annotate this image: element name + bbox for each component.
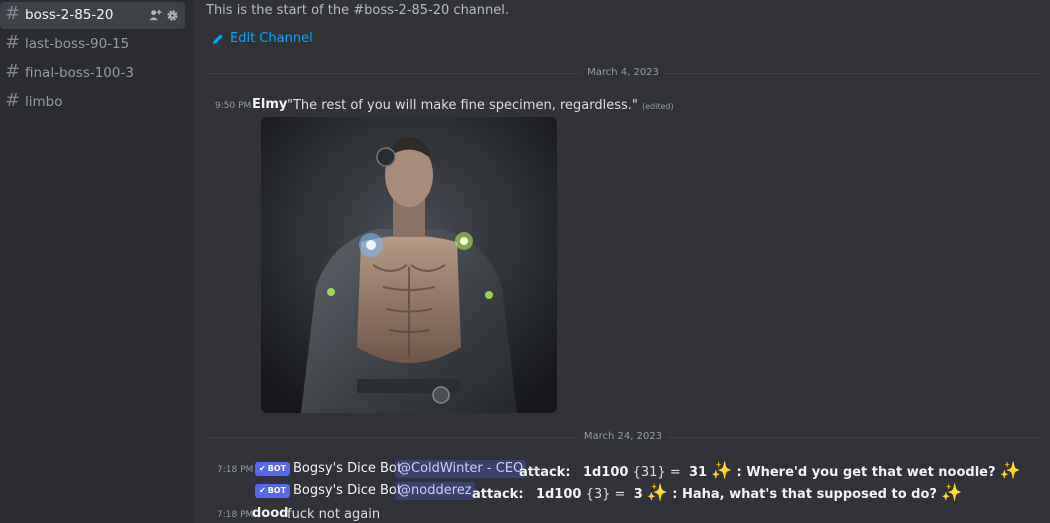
- checkmark-icon: ✔: [259, 464, 266, 473]
- image-attachment[interactable]: [261, 117, 557, 413]
- bot-badge: ✔ BOT: [255, 462, 291, 476]
- checkmark-icon: ✔: [259, 486, 266, 495]
- hash-icon: #: [5, 61, 21, 82]
- channel-name: final-boss-100-3: [25, 65, 134, 81]
- message-text: "The rest of you will make fine specimen…: [287, 98, 674, 113]
- message-content: "The rest of you will make fine specimen…: [287, 98, 638, 113]
- channel-intro: This is the start of the #boss-2-85-20 c…: [206, 3, 509, 18]
- chat-area: This is the start of the #boss-2-85-20 c…: [193, 0, 1050, 523]
- sparkles-icon: ✨: [999, 461, 1021, 481]
- channel-name: limbo: [25, 94, 63, 110]
- add-member-icon[interactable]: [149, 9, 162, 22]
- date-label: March 4, 2023: [581, 67, 665, 79]
- message-author[interactable]: Elmy: [252, 97, 287, 112]
- sparkles-icon: ✨: [711, 461, 733, 481]
- channel-item-boss-2-85-20[interactable]: # boss-2-85-20: [0, 2, 185, 29]
- cyborg-portrait-image: [261, 117, 557, 413]
- date-label: March 24, 2023: [577, 431, 669, 443]
- message-timestamp: 7:18 PM: [217, 510, 254, 520]
- dice-roll-result: attack: 1d100 {31} = 31 ✨ : Where'd you …: [519, 461, 1021, 481]
- hash-icon: #: [5, 32, 21, 53]
- user-mention[interactable]: @nodderez: [395, 482, 475, 500]
- bot-badge: ✔ BOT: [255, 484, 291, 498]
- edited-marker: (edited): [642, 102, 674, 111]
- edit-channel-label: Edit Channel: [230, 31, 313, 46]
- channel-item-last-boss-90-15[interactable]: # last-boss-90-15: [0, 31, 185, 58]
- user-mention[interactable]: @ColdWinter - CEO: [395, 460, 527, 478]
- channel-item-limbo[interactable]: # limbo: [0, 89, 185, 116]
- message-timestamp: 9:50 PM: [215, 101, 252, 111]
- message-content: fuck not again: [287, 507, 381, 522]
- channel-sidebar: # boss-2-85-20 # last-boss-90-15 # final…: [0, 0, 193, 523]
- message-author[interactable]: Bogsy's Dice Bot: [293, 483, 402, 498]
- edit-channel-link[interactable]: Edit Channel: [212, 31, 313, 46]
- sparkles-icon: ✨: [646, 483, 669, 503]
- channel-item-final-boss-100-3[interactable]: # final-boss-100-3: [0, 60, 185, 87]
- hash-icon: #: [5, 90, 21, 111]
- dice-roll-result: attack: 1d100 {3} = 3 ✨ : Haha, what's t…: [472, 483, 963, 503]
- pencil-icon: [213, 34, 223, 44]
- sparkles-icon: ✨: [941, 483, 963, 503]
- message-timestamp: 7:18 PM: [217, 465, 254, 475]
- gear-icon[interactable]: [166, 9, 179, 22]
- channel-name: last-boss-90-15: [25, 36, 130, 52]
- message-author[interactable]: Bogsy's Dice Bot: [293, 461, 402, 476]
- hash-icon: #: [5, 3, 21, 24]
- message-author[interactable]: dood: [252, 506, 288, 521]
- channel-name: boss-2-85-20: [25, 7, 114, 23]
